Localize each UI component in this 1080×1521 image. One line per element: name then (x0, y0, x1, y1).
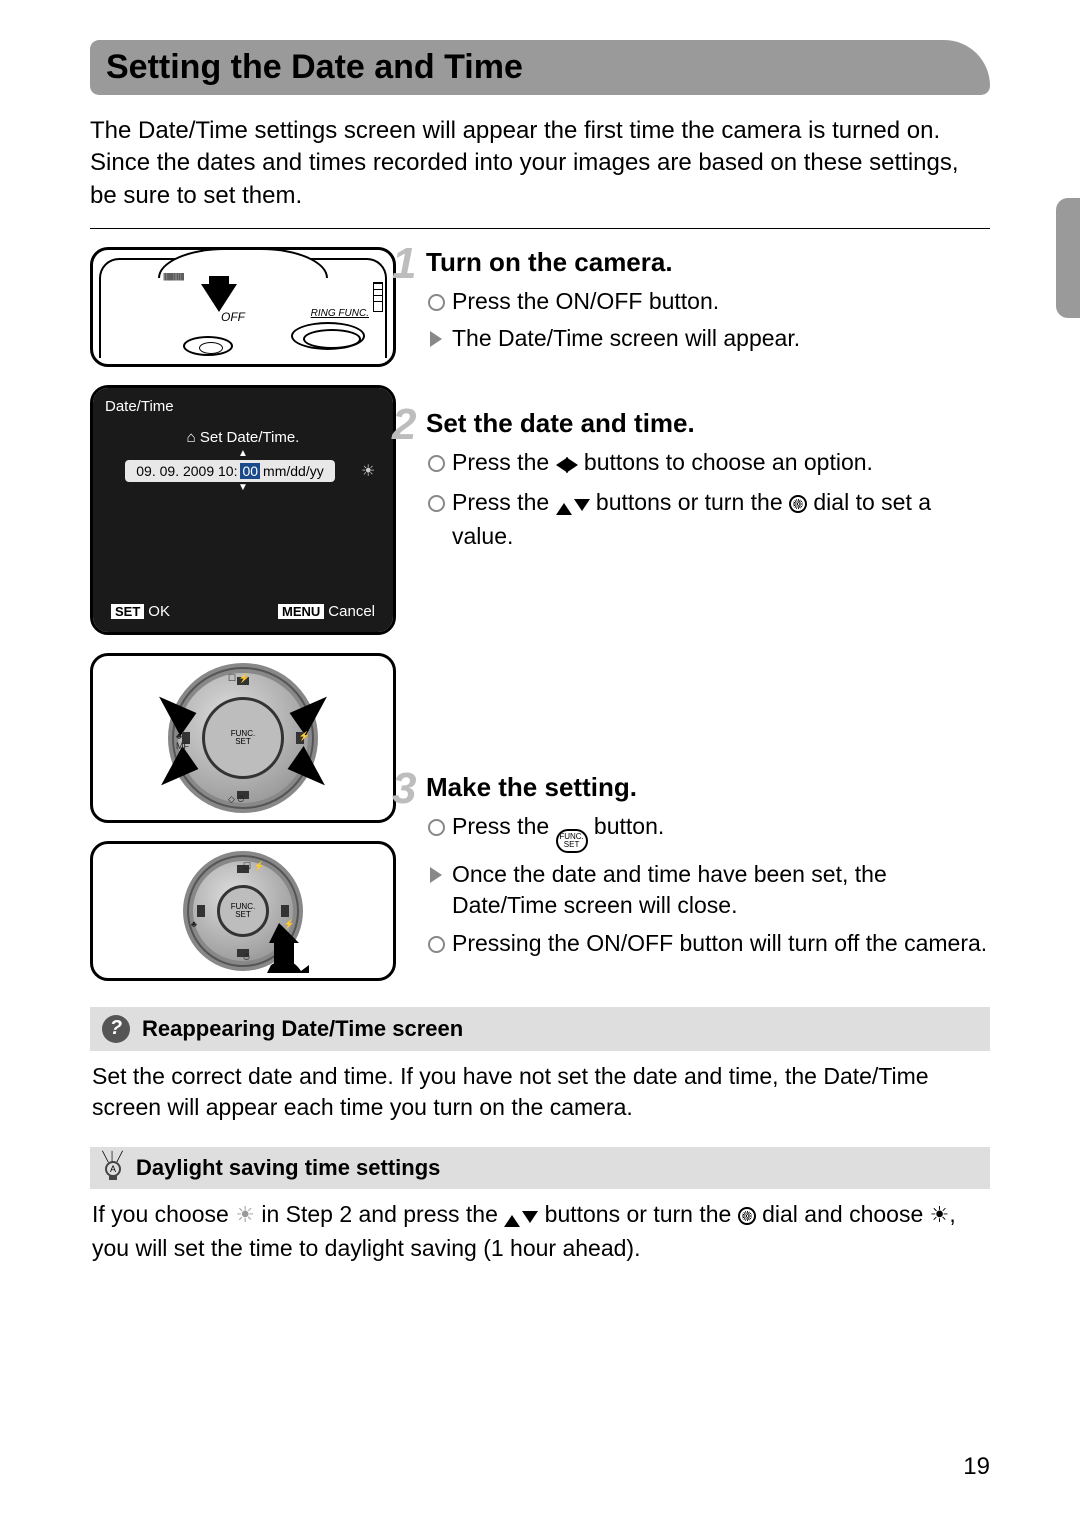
page-title: Setting the Date and Time (106, 48, 974, 87)
arrow-down-icon (201, 284, 237, 312)
lcd-cancel: MENUCancel (278, 603, 375, 620)
note-body: If you choose ☀ in Step 2 and press the … (90, 1189, 990, 1270)
illustration-wheel-press: FUNC. SET ☐ ⚡♣⚡⏱ (90, 841, 396, 981)
caret-down-icon: ▼ (105, 484, 381, 492)
step-number: 3 (392, 764, 416, 814)
intro-text: The Date/Time settings screen will appea… (90, 115, 990, 212)
func-set-button: FUNC. SET (202, 697, 284, 779)
illustration-wheel-rotate: FUNC. SET ☐ ⚡♣MF⚡◇ ⏱ (90, 653, 396, 823)
caret-up-icon: ▲ (105, 450, 381, 458)
question-icon: ? (102, 1015, 130, 1043)
dial-icon (789, 495, 807, 513)
lightbulb-icon: ╲│╱A (102, 1155, 124, 1180)
lcd-datetime-field: 09. 09. 2009 10:00 mm/dd/yy (125, 460, 335, 482)
dial-icon (738, 1207, 756, 1225)
thumb-press-icon (249, 913, 309, 973)
left-right-arrow-icon (556, 450, 578, 481)
lcd-ok: SETOK (111, 603, 170, 620)
side-tab (1056, 198, 1080, 318)
step-line: Press the buttons or turn the dial to se… (426, 487, 990, 552)
up-down-arrow-icon (556, 490, 590, 521)
step-3: 3 Make the setting. Press the FUNC.SET b… (426, 772, 990, 958)
step-line: Press the FUNC.SET button. (426, 811, 990, 853)
illustration-camera-top: ||||||||||||||||||| OFF RING FUNC. (90, 247, 396, 367)
note-dst-header: ╲│╱A Daylight saving time settings (90, 1147, 990, 1189)
lcd-value-left: 09. 09. 2009 10: (136, 463, 237, 479)
note-body: Set the correct date and time. If you ha… (90, 1051, 990, 1129)
note-title: Reappearing Date/Time screen (142, 1016, 463, 1042)
step-title: Make the setting. (426, 772, 990, 803)
step-title: Set the date and time. (426, 408, 990, 439)
title-bar: Setting the Date and Time (90, 40, 990, 95)
off-label: OFF (221, 310, 245, 324)
note-title: Daylight saving time settings (136, 1155, 440, 1181)
menu-tag: MENU (278, 604, 324, 619)
sun-icon: ☀ (361, 461, 381, 481)
lcd-value-right: mm/dd/yy (263, 463, 324, 479)
step-1: 1 Turn on the camera. Press the ON/OFF b… (426, 247, 990, 354)
step-line: Once the date and time have been set, th… (426, 859, 990, 921)
step-title: Turn on the camera. (426, 247, 990, 278)
step-line: Press the ON/OFF button. (426, 286, 990, 317)
up-down-arrow-icon (504, 1202, 538, 1233)
page-number: 19 (963, 1453, 990, 1481)
lcd-set-label: Set Date/Time. (105, 429, 381, 446)
sun-off-icon: ☀ (235, 1202, 255, 1227)
step-2: 2 Set the date and time. Press the butto… (426, 408, 990, 552)
ring-label: RING FUNC. (311, 308, 369, 319)
set-tag: SET (111, 604, 144, 619)
divider (90, 228, 990, 229)
scale-marks: ||||||||||||||||||| (163, 272, 183, 281)
step-number: 1 (392, 239, 416, 289)
step-line: The Date/Time screen will appear. (426, 323, 990, 354)
lcd-value-highlight: 00 (240, 463, 260, 479)
step-line: Pressing the ON/OFF button will turn off… (426, 928, 990, 959)
step-number: 2 (392, 400, 416, 450)
illustration-lcd: Date/Time Set Date/Time. ▲ 09. 09. 2009 … (90, 385, 396, 635)
sun-on-icon: ☀ (930, 1202, 950, 1227)
step-line: Press the buttons to choose an option. (426, 447, 990, 481)
note-reappearing-header: ? Reappearing Date/Time screen (90, 1007, 990, 1051)
func-set-icon: FUNC.SET (556, 829, 588, 853)
lcd-title: Date/Time (105, 398, 381, 415)
